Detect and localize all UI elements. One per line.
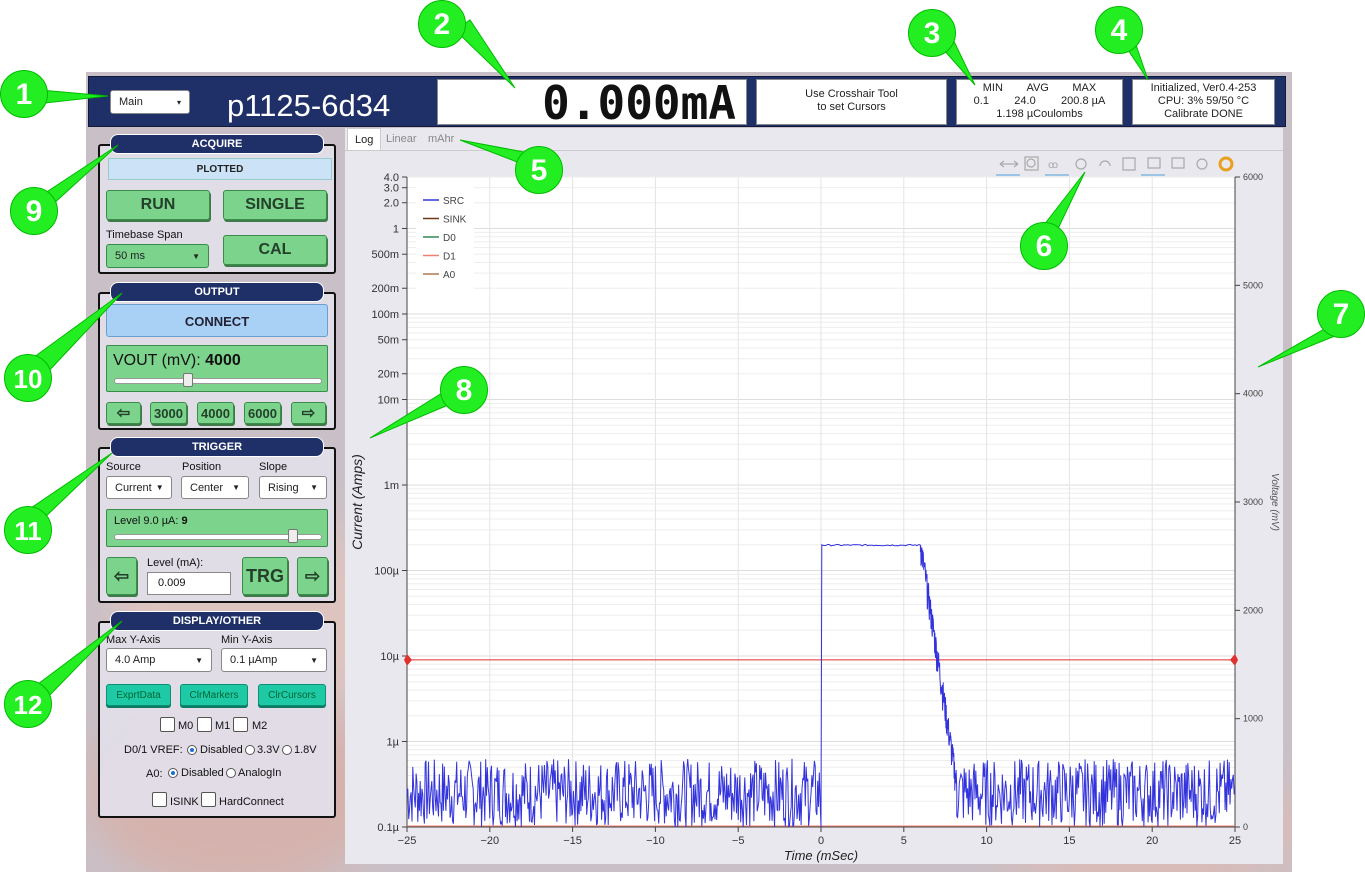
y-tick-label: 10µ [380,651,399,663]
reset-icon[interactable] [1075,158,1087,170]
x-tick-label: −15 [563,835,582,847]
y-tick-label: 1m [384,480,399,492]
y2-tick-label: 6000 [1243,172,1263,182]
legend-label: D0 [443,233,456,244]
x-tick-label: 10 [980,835,992,847]
legend-label: SINK [443,215,467,226]
y-tick-label: 1µ [387,736,400,748]
callout-7: 7 [1317,290,1365,338]
y-tick-label: 500m [371,249,399,261]
save-icon[interactable] [1122,157,1136,171]
y-axis-label: Current (Amps) [349,454,365,550]
plot-toolbar: ꝏ [996,156,1234,176]
y2-tick-label: 4000 [1243,389,1263,399]
y-tick-label: 100m [371,309,399,321]
callout-12: 12 [4,680,52,728]
x-tick-label: −20 [480,835,499,847]
y-tick-label: 100µ [374,565,399,577]
zoom-icon[interactable] [1024,156,1039,171]
callout-1: 1 [0,70,48,118]
y-tick-label: 20m [378,369,399,381]
x-tick-label: 0 [818,835,824,847]
callout-3: 3 [908,9,956,57]
y-tick-label: 200m [371,283,399,295]
y2-tick-label: 1000 [1243,714,1263,724]
bokeh-logo-icon[interactable] [1218,156,1234,172]
undo-icon[interactable] [1099,160,1111,167]
pan-icon[interactable] [999,160,1019,168]
callout-4: 4 [1095,6,1143,54]
callout-11: 11 [4,506,52,554]
wheel-zoom-icon[interactable]: ꝏ [1048,160,1058,171]
y-tick-label: 50m [378,335,399,347]
x-tick-label: −5 [732,835,745,847]
x-tick-label: 5 [901,835,907,847]
callout-5: 5 [515,146,563,194]
y-tick-label: 10m [378,394,399,406]
legend-label: D1 [443,252,456,263]
callout-10: 10 [4,354,52,402]
y2-tick-label: 3000 [1243,497,1263,507]
settings-icon[interactable] [1196,158,1208,170]
x-tick-label: 20 [1146,835,1158,847]
x-tick-label: −25 [398,835,417,847]
x-tick-label: 25 [1229,835,1241,847]
hover-tool-icon[interactable] [1171,157,1185,169]
x-tick-label: 15 [1063,835,1075,847]
callout-6: 6 [1020,222,1068,270]
callout-8: 8 [440,366,488,414]
y-tick-label: 3.0 [384,183,399,195]
x-axis-label: Time (mSec) [784,848,858,863]
x-tick-label: −10 [646,835,665,847]
y2-tick-label: 0 [1243,822,1248,832]
crosshair-tool-icon[interactable] [1147,157,1161,169]
legend: SRC SINK D0 D1 A0 [416,186,474,290]
current-chart: ꝏ −25 −20 −15 −10 −5 0 5 10 15 20 254.03.02.01500m… [349,156,1280,863]
y2-tick-label: 2000 [1243,605,1263,615]
callout-2: 2 [418,0,466,48]
legend-label: A0 [443,270,456,281]
legend-label: SRC [443,196,464,207]
y-tick-label: 2.0 [384,198,399,210]
y2-tick-label: 5000 [1243,280,1263,290]
y-tick-label: 1 [393,223,399,235]
y2-axis-label: Voltage (mV) [1269,473,1280,531]
callout-9: 9 [10,187,58,235]
y-tick-label: 0.1µ [377,822,399,834]
